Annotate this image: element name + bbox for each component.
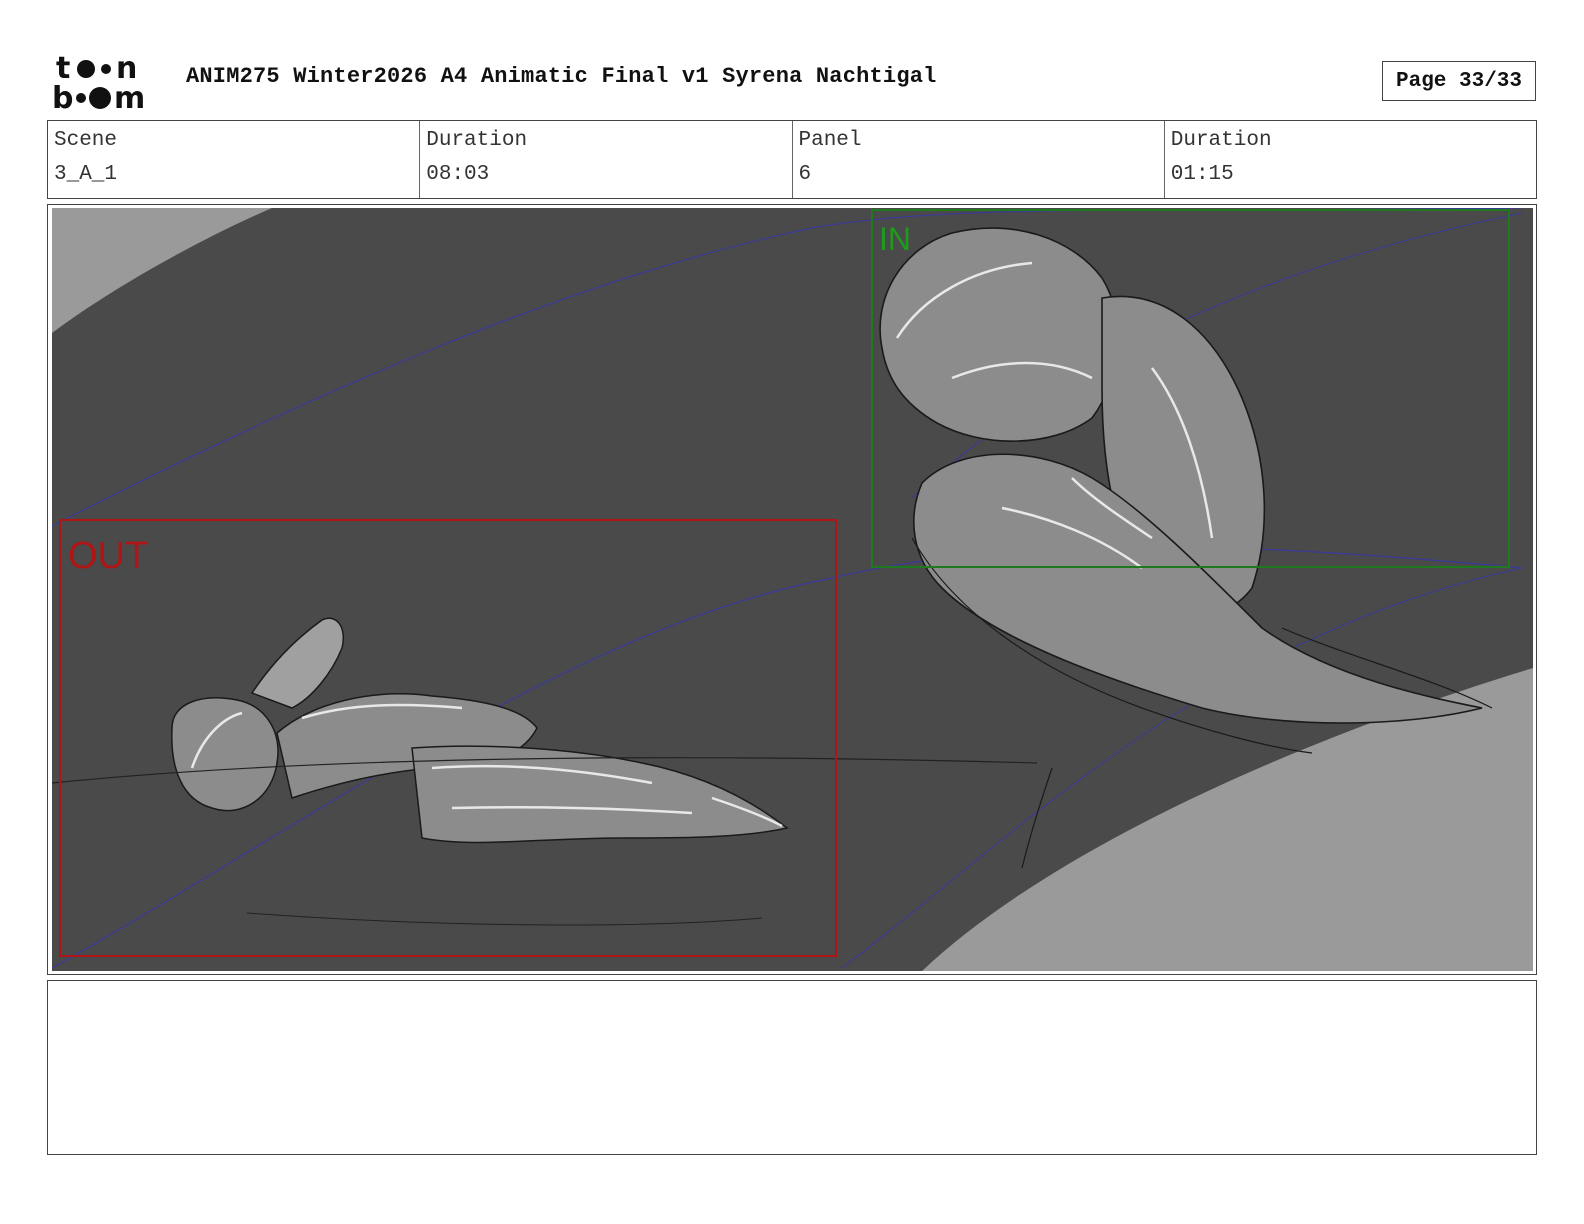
scene-cell: Scene 3_A_1 xyxy=(48,121,421,198)
scene-duration-label: Duration xyxy=(426,129,528,152)
out-frame-label: OUT xyxy=(68,535,148,577)
scene-value: 3_A_1 xyxy=(54,163,118,186)
document-title: ANIM275 Winter2026 A4 Animatic Final v1 … xyxy=(186,64,937,89)
toonboom-logo: t n b m xyxy=(52,51,145,112)
panel-notes-box xyxy=(47,980,1537,1155)
scene-label: Scene xyxy=(54,129,118,152)
svg-text:m: m xyxy=(114,81,145,112)
svg-text:b: b xyxy=(52,81,73,112)
scene-duration-value: 08:03 xyxy=(426,163,490,186)
panel-cell: Panel 6 xyxy=(793,121,1165,198)
panel-duration-label: Duration xyxy=(1170,129,1272,152)
page-number: Page 33/33 xyxy=(1382,61,1536,101)
panel-label: Panel xyxy=(798,129,862,152)
panel-duration-value: 01:15 xyxy=(1170,163,1234,186)
in-frame-label: IN xyxy=(879,221,911,257)
scene-info-table: Scene 3_A_1 Duration 08:03 Panel 6 Durat… xyxy=(47,120,1537,199)
scene-duration-cell: Duration 08:03 xyxy=(420,121,793,198)
storyboard-panel-image: OUT IN xyxy=(52,208,1533,971)
panel-value: 6 xyxy=(798,163,812,186)
panel-duration-cell: Duration 01:15 xyxy=(1165,121,1536,198)
